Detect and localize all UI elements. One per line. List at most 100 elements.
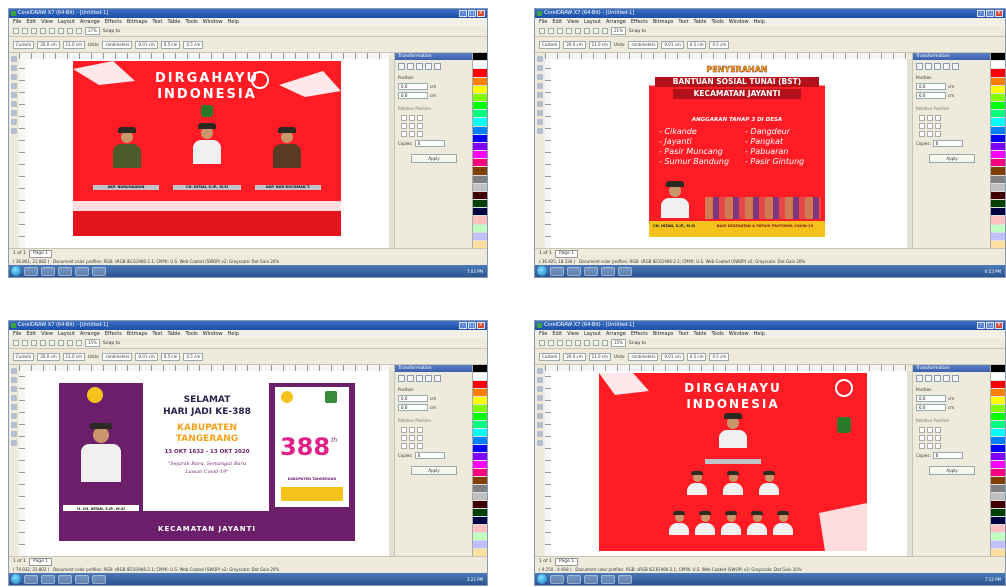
anchor-grid[interactable] [395, 425, 473, 451]
color-swatch[interactable] [473, 191, 487, 201]
page-height-field[interactable]: 11.0 cm [62, 352, 85, 361]
color-swatch[interactable] [473, 541, 487, 549]
position-tab-icon[interactable] [398, 63, 405, 70]
redo-icon[interactable] [58, 28, 64, 34]
color-swatch[interactable] [991, 493, 1005, 501]
color-swatch[interactable] [473, 183, 487, 192]
zoom-tool-icon[interactable] [537, 395, 543, 401]
size-tab-icon[interactable] [943, 63, 950, 70]
color-swatch[interactable] [991, 429, 1005, 437]
color-swatch[interactable] [991, 373, 1005, 381]
units-select[interactable]: centimeters [102, 352, 133, 361]
color-swatch[interactable] [473, 200, 487, 209]
close-button[interactable]: × [995, 10, 1003, 17]
color-swatch[interactable] [991, 159, 1005, 168]
menu-file[interactable]: File [539, 18, 547, 26]
color-swatch[interactable] [991, 477, 1005, 485]
freehand-tool-icon[interactable] [537, 404, 543, 410]
print-icon[interactable] [40, 28, 46, 34]
new-icon[interactable] [539, 28, 545, 34]
taskbar-app-icon[interactable] [41, 266, 55, 276]
open-icon[interactable] [22, 28, 28, 34]
color-swatch[interactable] [991, 53, 1005, 62]
drawing-canvas[interactable]: PENYERAHAN BANTUAN SOSIAL TUNAI (BST) KE… [551, 59, 907, 249]
fill-tool-icon[interactable] [11, 440, 17, 446]
position-x-field[interactable]: 0.0 [916, 83, 946, 90]
shape-tool-icon[interactable] [11, 65, 17, 71]
menu-arrange[interactable]: Arrange [606, 18, 626, 26]
relative-position-checkbox[interactable]: Relative Position [913, 412, 991, 425]
menu-window[interactable]: Window [729, 330, 749, 338]
new-icon[interactable] [539, 340, 545, 346]
nudge-field[interactable]: 0.01 cm [661, 352, 684, 361]
color-swatch[interactable] [473, 232, 487, 241]
color-swatch[interactable] [991, 389, 1005, 397]
color-swatch[interactable] [473, 389, 487, 397]
relative-position-checkbox[interactable]: Relative Position [395, 412, 473, 425]
fill-tool-icon[interactable] [11, 128, 17, 134]
color-swatch[interactable] [991, 533, 1005, 541]
color-swatch[interactable] [473, 517, 487, 525]
apply-button[interactable]: Apply [411, 154, 457, 163]
import-icon[interactable] [67, 340, 73, 346]
export-icon[interactable] [76, 28, 82, 34]
text-tool-icon[interactable] [11, 119, 17, 125]
color-swatch[interactable] [473, 142, 487, 152]
color-swatch[interactable] [473, 167, 487, 176]
taskbar-app-icon[interactable] [618, 266, 632, 276]
units-select[interactable]: centimeters [102, 40, 133, 49]
taskbar-app-icon[interactable] [58, 266, 72, 276]
taskbar-app-icon[interactable] [41, 574, 55, 584]
copies-field[interactable]: 0 [932, 140, 963, 147]
menu-edit[interactable]: Edit [552, 18, 562, 26]
color-swatch[interactable] [473, 175, 487, 184]
maximize-button[interactable]: □ [986, 10, 994, 17]
position-y-field[interactable]: 0.0 [916, 92, 946, 99]
color-swatch[interactable] [991, 216, 1005, 225]
color-swatch[interactable] [991, 61, 1005, 70]
color-swatch[interactable] [473, 477, 487, 485]
page-height-field[interactable]: 11.0 cm [62, 40, 85, 49]
import-icon[interactable] [593, 340, 599, 346]
close-button[interactable]: × [477, 322, 485, 329]
menu-layout[interactable]: Layout [584, 18, 601, 26]
shape-tool-icon[interactable] [11, 377, 17, 383]
menu-tools[interactable]: Tools [711, 18, 723, 26]
color-swatch[interactable] [473, 77, 487, 86]
freehand-tool-icon[interactable] [11, 92, 17, 98]
copies-field[interactable]: 0 [414, 452, 445, 459]
taskbar-app-icon[interactable] [75, 266, 89, 276]
color-swatch[interactable] [473, 509, 487, 517]
menu-table[interactable]: Table [168, 18, 181, 26]
nudge-field[interactable]: 0.01 cm [661, 40, 684, 49]
freehand-tool-icon[interactable] [11, 404, 17, 410]
color-swatch[interactable] [991, 69, 1005, 78]
taskbar-app-icon[interactable] [601, 266, 615, 276]
color-swatch[interactable] [473, 493, 487, 501]
menu-arrange[interactable]: Arrange [80, 18, 100, 26]
rectangle-tool-icon[interactable] [537, 101, 543, 107]
menu-file[interactable]: File [13, 330, 21, 338]
drawing-canvas[interactable]: H. CH. INTAN, S.IP., M.SI SELAMAT HARI J… [25, 371, 389, 557]
zoom-tool-icon[interactable] [11, 83, 17, 89]
color-swatch[interactable] [991, 445, 1005, 453]
snap-to-dropdown[interactable]: Snap to [629, 29, 646, 34]
start-button[interactable] [537, 266, 547, 276]
color-swatch[interactable] [991, 134, 1005, 143]
taskbar-app-icon[interactable] [58, 574, 72, 584]
snap-to-dropdown[interactable]: Snap to [103, 341, 120, 346]
duplicate-y-field[interactable]: 0.5 cm [709, 40, 730, 49]
skew-tab-icon[interactable] [434, 375, 441, 382]
print-icon[interactable] [566, 340, 572, 346]
menu-help[interactable]: Help [753, 18, 764, 26]
color-swatch[interactable] [991, 110, 1005, 119]
color-swatch[interactable] [473, 53, 487, 62]
color-swatch[interactable] [473, 405, 487, 413]
taskbar-app-icon[interactable] [24, 266, 38, 276]
duplicate-y-field[interactable]: 0.5 cm [183, 352, 204, 361]
scale-tab-icon[interactable] [416, 375, 423, 382]
size-tab-icon[interactable] [425, 63, 432, 70]
menu-bitmaps[interactable]: Bitmaps [127, 330, 148, 338]
zoom-level[interactable]: 21% [611, 27, 626, 35]
duplicate-y-field[interactable]: 0.5 cm [709, 352, 730, 361]
